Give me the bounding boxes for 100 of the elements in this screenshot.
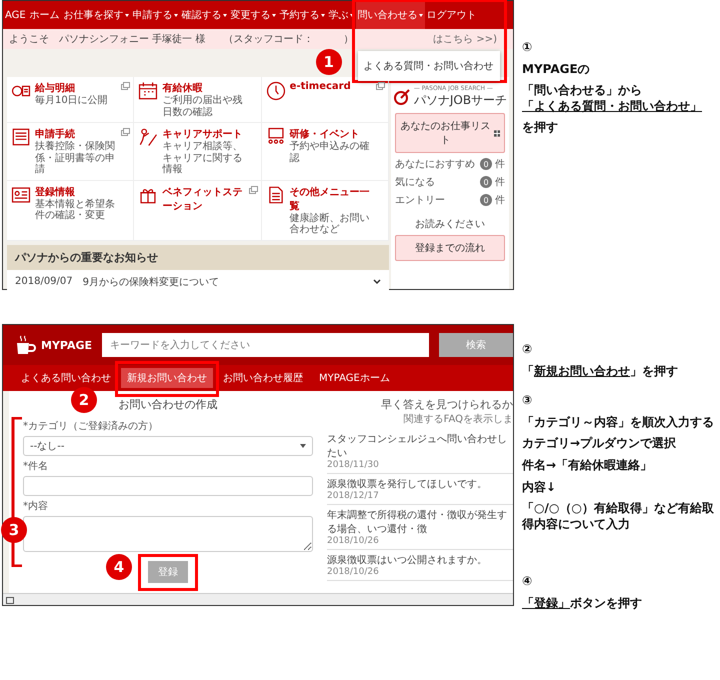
nav-menu-item[interactable]: 予約する: [278, 1, 327, 29]
menu-tile[interactable]: e-timecard: [262, 77, 389, 123]
count-badge: 0: [480, 176, 492, 188]
nav-menu-item[interactable]: 申請する: [130, 1, 180, 29]
nav-menu-item[interactable]: お仕事を探す: [62, 1, 131, 29]
instruction-text: ④: [522, 574, 534, 590]
nav-menu-item[interactable]: AGE: [3, 1, 28, 29]
grid-icon: [494, 130, 500, 136]
tile-description: 予約や申込みの確認: [290, 141, 371, 164]
tile-title: 研修・イベント: [290, 128, 361, 140]
count-label: 気になる: [395, 176, 435, 189]
menu-tile[interactable]: 有給休暇 ご利用の届出や残日数の確認: [134, 77, 262, 123]
tile-title: 申請手続: [35, 128, 76, 140]
logo-text: MYPAGE: [41, 338, 92, 352]
flow-button[interactable]: 登録までの流れ: [395, 235, 505, 261]
instruction-text: 「登録」ボタンを押す: [522, 596, 643, 612]
instruction-text: 「新規お問い合わせ」を押す: [522, 364, 679, 380]
instruction-text: MYPAGEの: [522, 62, 591, 78]
menu-tile[interactable]: 申請手続 扶養控除・保険関係・証明書等の申請: [7, 123, 134, 180]
welcome-text: ようこそ パソナシンフォニー 手塚徒一 様: [9, 32, 206, 46]
step-number-badge: 1: [316, 49, 342, 75]
dropdown-menu[interactable]: よくある質問・お問い合わせ: [358, 51, 500, 81]
instruction-text: ②: [522, 342, 534, 358]
id-card-icon: [11, 184, 31, 204]
nav-menu-item[interactable]: 問い合わせる: [356, 1, 425, 29]
menu-tile[interactable]: 登録情報 基本情報と希望条件の確認・変更: [7, 180, 134, 240]
instruction-text: 「問い合わせる」から 「よくある質問・お問い合わせ」: [522, 83, 703, 114]
instruction-text: 件名→「有給休暇連絡」: [522, 458, 654, 474]
menu-tile[interactable]: ベネフィットステーション: [134, 180, 262, 240]
highlight-frame: [138, 554, 198, 591]
tile-title: キャリアサポート: [162, 128, 244, 140]
clock-icon: [266, 81, 286, 101]
count-badge: 0: [480, 194, 492, 206]
content-field[interactable]: [23, 516, 313, 552]
tile-title: 登録情報: [35, 186, 76, 198]
tab[interactable]: お問い合わせ履歴: [217, 368, 309, 388]
count-unit: 件: [495, 194, 505, 207]
form-title: お問い合わせの作成: [118, 397, 218, 412]
instruction-text: ①: [522, 40, 534, 56]
staff-code-text: （スタッフコード： ）: [223, 33, 354, 46]
menu-tile[interactable]: キャリアサポート キャリア相談等、キャリアに関する情報: [134, 123, 262, 180]
search-field[interactable]: キーワードを入力してください: [102, 333, 429, 357]
tile-title: ベネフィットステーション: [162, 186, 244, 212]
count-badge: 0: [480, 158, 492, 170]
faq-date: 2018/10/26: [327, 567, 380, 577]
field-label: *件名: [23, 460, 49, 473]
nav-menu-item[interactable]: ホーム: [28, 1, 62, 29]
notice-title[interactable]: 9月からの保険料変更について: [82, 274, 220, 288]
nav-menu-item[interactable]: 確認する: [180, 1, 229, 29]
field-label: *カテゴリ（ご登録済みの方）: [23, 420, 159, 433]
target-logo-icon: [392, 88, 411, 106]
faq-question[interactable]: スタッフコンシェルジュへ問い合わせしたい: [327, 432, 513, 460]
count-label: エントリー: [395, 194, 445, 207]
tab[interactable]: MYPAGEホーム: [313, 368, 396, 388]
tile-description: キャリア相談等、キャリアに関する情報: [162, 141, 244, 176]
faq-question[interactable]: 年末調整で所得税の還付・徴収が発生する場合、いつ還付・徴: [327, 508, 513, 536]
instruction-text: カテゴリ→プルダウンで選択: [522, 436, 678, 452]
nav-menu-item[interactable]: ログアウト: [424, 1, 479, 29]
form-icon: [11, 127, 31, 147]
tile-description: 基本情報と希望条件の確認・変更: [35, 198, 116, 222]
tab[interactable]: よくある問い合わせ: [15, 368, 117, 388]
category-select[interactable]: --なし--: [23, 436, 313, 456]
faq-date: 2018/11/30: [327, 460, 380, 470]
logo-text: パソナJOBサーチ: [414, 92, 508, 109]
cup-logo-icon: [15, 334, 37, 356]
field-label: *内容: [23, 500, 49, 513]
tab[interactable]: 新規お問い合わせ: [121, 368, 213, 388]
notice-text: お読みください: [415, 218, 485, 231]
step-number-badge: 4: [106, 554, 132, 580]
tile-title: 給与明細: [35, 82, 76, 95]
step-number-badge: 3: [1, 517, 27, 543]
instruction-text: 内容↓: [522, 480, 558, 496]
faq-question[interactable]: 源泉徴収票を発行してほしいです。: [327, 477, 513, 491]
faq-heading: 早く答えを見つけられるか: [380, 397, 513, 412]
tile-description: 扶養控除・保険関係・証明書等の申請: [35, 141, 116, 176]
tile-title: 有給休暇: [162, 82, 204, 94]
faq-question[interactable]: 源泉徴収票はいつ公開されますか。: [327, 553, 513, 567]
tile-title: e-timecard: [290, 81, 351, 92]
tile-description: ご利用の届出や残日数の確認: [162, 95, 244, 118]
job-list-button[interactable]: あなたのお仕事リスト: [395, 113, 505, 153]
instruction-text: を押す: [522, 120, 559, 136]
tile-title: その他メニュー一覧: [290, 186, 371, 212]
section-heading: パソナからの重要なお知らせ: [7, 244, 389, 270]
instruction-text: 「カテゴリ～内容」を順次入力する: [522, 414, 715, 430]
notice-date: 2018/09/07: [15, 276, 73, 287]
link[interactable]: はこちら >>): [433, 32, 497, 46]
count-unit: 件: [495, 158, 505, 171]
faq-date: 2018/10/26: [327, 536, 380, 546]
faq-date: 2018/12/17: [327, 491, 380, 501]
menu-tile[interactable]: 給与明細 毎月10日に公開: [7, 77, 134, 123]
menu-tile[interactable]: 研修・イベント 予約や申込みの確認: [262, 123, 389, 180]
chevron-down-icon[interactable]: [373, 278, 381, 284]
nav-menu-item[interactable]: 変更する: [228, 1, 278, 29]
menu-tile[interactable]: その他メニュー一覧 健康診断、お問い合わせなど: [262, 180, 389, 240]
count-unit: 件: [495, 176, 505, 189]
subject-field[interactable]: [23, 476, 313, 496]
tile-description: 毎月10日に公開: [35, 95, 108, 106]
faq-subheading: 関連するFAQを表示しま: [402, 412, 513, 426]
tile-description: 健康診断、お問い合わせなど: [290, 212, 371, 236]
instruction-text: 「○/○（○）有給取得」など有給取得内容について入力: [522, 501, 715, 532]
